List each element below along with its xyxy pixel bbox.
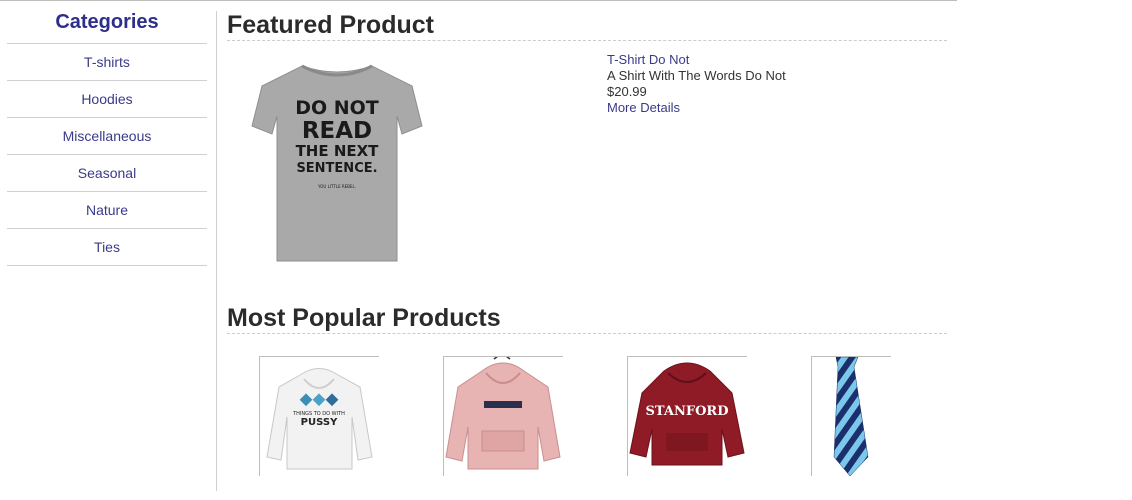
featured-product-description: A Shirt With The Words Do Not — [607, 68, 786, 83]
category-item-nature[interactable]: Nature — [7, 192, 207, 229]
category-item-ties[interactable]: Ties — [7, 229, 207, 266]
category-item-tshirts[interactable]: T-shirts — [7, 44, 207, 81]
category-item-hoodies[interactable]: Hoodies — [7, 81, 207, 118]
category-item-miscellaneous[interactable]: Miscellaneous — [7, 118, 207, 155]
shirt-print-line3: THE NEXT — [296, 142, 380, 160]
popular-product-white-hoodie[interactable]: THINGS TO DO WITH PUSSY — [259, 356, 379, 476]
white-hoodie-image: THINGS TO DO WITH PUSSY — [260, 357, 379, 476]
more-details-link[interactable]: More Details — [607, 100, 786, 116]
pink-hoodie-image — [444, 357, 563, 476]
hoodie-print-bottom: PUSSY — [301, 417, 338, 428]
hoodie-print-stanford: STANFORD — [646, 404, 729, 419]
sidebar-divider — [216, 11, 217, 491]
most-popular-heading: Most Popular Products — [227, 303, 947, 334]
popular-product-pink-hoodie[interactable] — [443, 356, 563, 476]
popular-product-red-hoodie[interactable]: STANFORD — [627, 356, 747, 476]
featured-product-name-link[interactable]: T-Shirt Do Not — [607, 52, 786, 68]
shirt-print-line4: SENTENCE. — [296, 161, 377, 176]
category-item-seasonal[interactable]: Seasonal — [7, 155, 207, 192]
featured-product-heading: Featured Product — [227, 10, 947, 41]
featured-product-info: T-Shirt Do Not A Shirt With The Words Do… — [607, 52, 786, 116]
tshirt-image: DO NOT READ THE NEXT SENTENCE. YOU LITTL… — [251, 64, 423, 262]
shirt-print-line1: DO NOT — [295, 97, 379, 119]
shirt-print-line2: READ — [302, 118, 372, 144]
categories-heading: Categories — [55, 11, 159, 33]
featured-product-image[interactable]: DO NOT READ THE NEXT SENTENCE. YOU LITTL… — [247, 56, 427, 266]
top-divider — [0, 0, 957, 1]
category-list: T-shirts Hoodies Miscellaneous Seasonal … — [7, 43, 207, 266]
striped-tie-image — [812, 357, 891, 476]
shirt-print-small: YOU LITTLE REBEL. — [317, 184, 356, 189]
featured-product-price: $20.99 — [607, 84, 647, 99]
popular-product-striped-tie[interactable] — [811, 356, 891, 476]
red-hoodie-image: STANFORD — [628, 357, 747, 476]
category-sidebar: Categories T-shirts Hoodies Miscellaneou… — [7, 8, 207, 266]
